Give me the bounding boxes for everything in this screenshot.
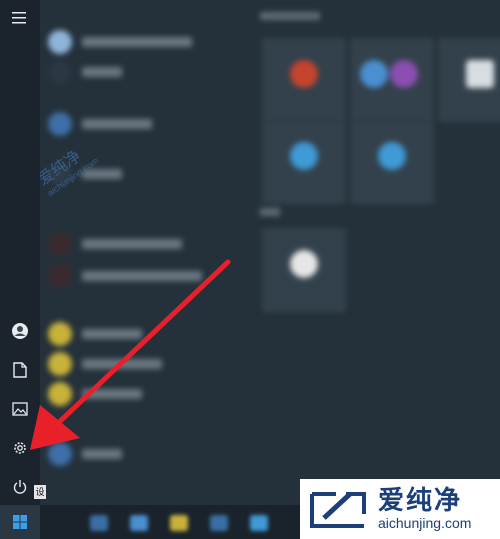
watermark-chinese: 爱纯净 xyxy=(378,485,463,515)
annotation-arrow xyxy=(30,259,231,450)
watermark-logo-icon xyxy=(310,492,366,528)
site-watermark: 爱纯净 aichunjing.com xyxy=(300,479,500,539)
watermark-url: aichunjing.com xyxy=(378,515,472,531)
